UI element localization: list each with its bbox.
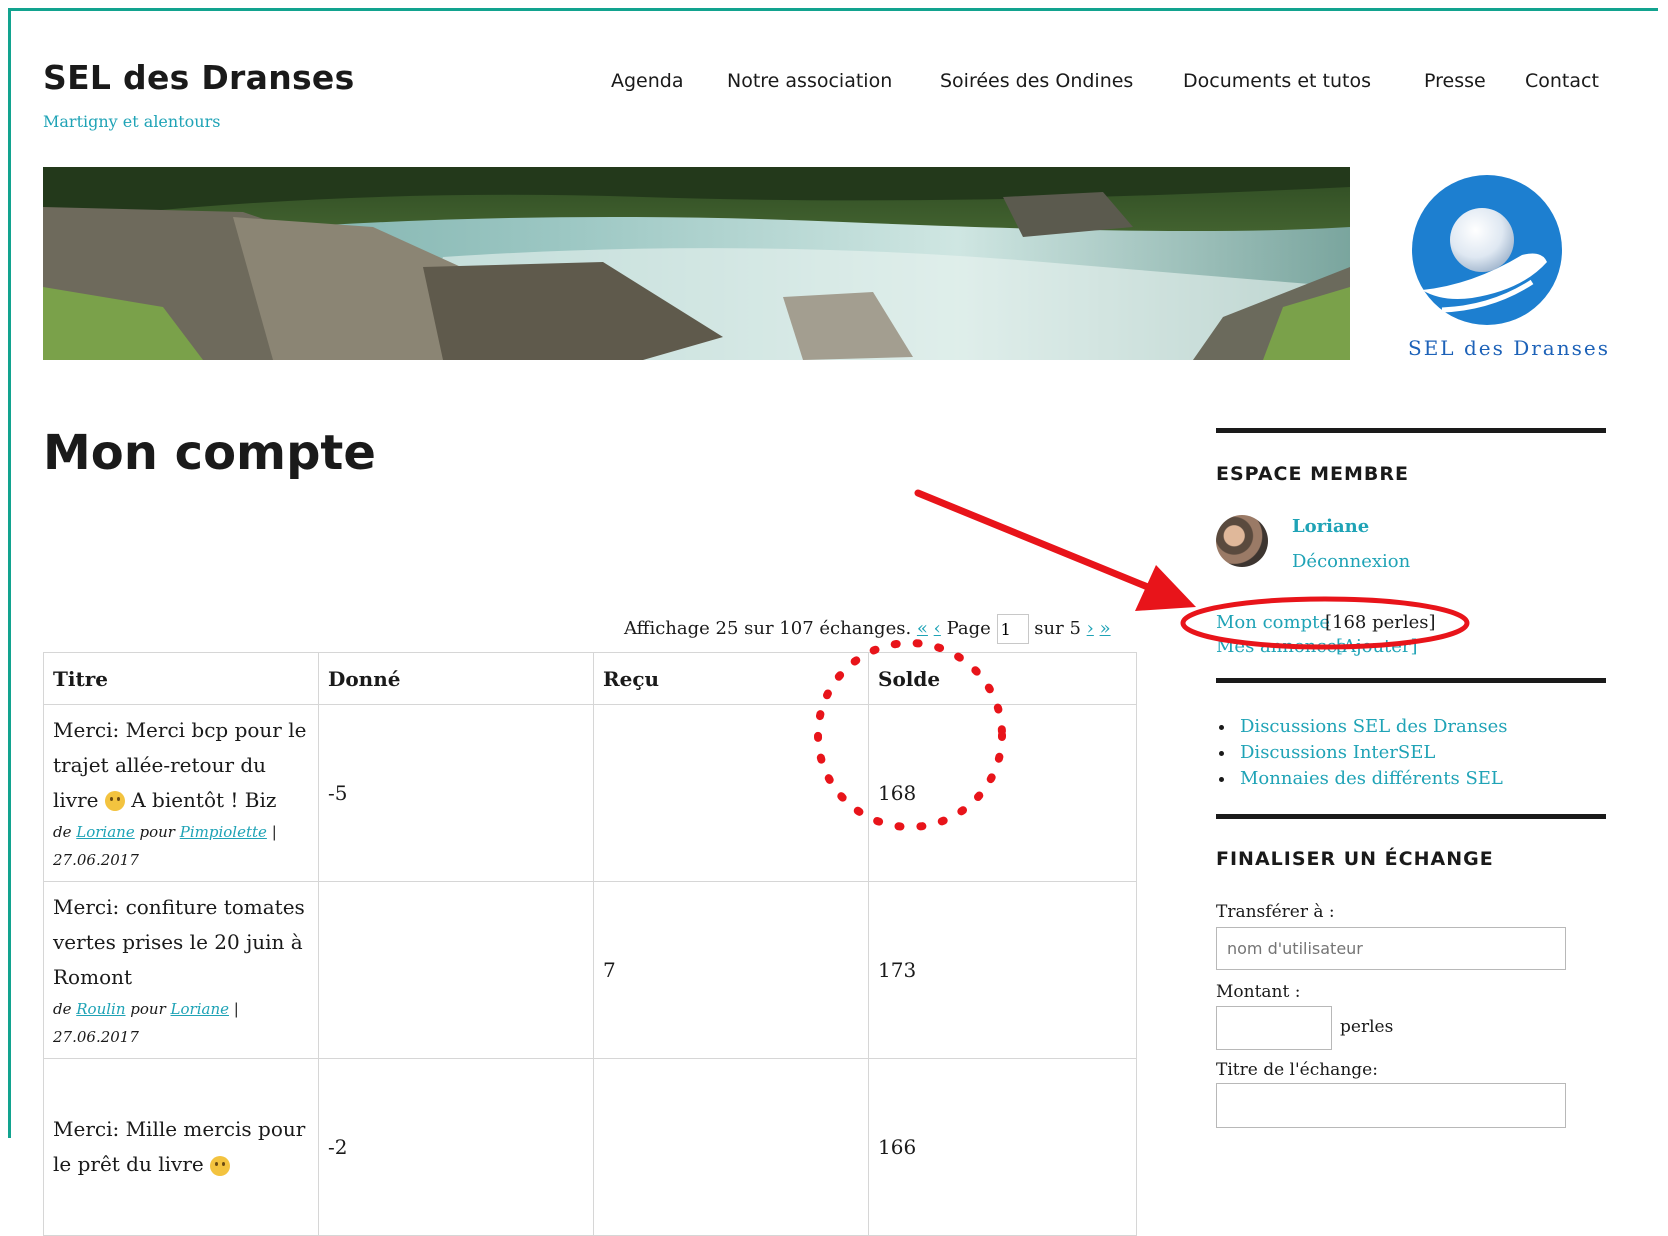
page-title: Mon compte xyxy=(43,425,376,481)
list-item[interactable]: Discussions SEL des Dranses xyxy=(1236,714,1508,740)
wink-emoji-icon xyxy=(104,791,125,811)
cell-balance: 173 xyxy=(868,881,1137,1059)
sidebar-divider xyxy=(1216,428,1606,433)
table-row: Merci: Merci bcp pour le trajet allée-re… xyxy=(43,704,1137,882)
logo-text: SEL des Dranses xyxy=(1408,336,1610,360)
pager-page-input[interactable] xyxy=(996,614,1029,644)
column-header-received: Reçu xyxy=(593,652,869,705)
table-pager: Affichage 25 sur 107 échanges. « ‹ Page … xyxy=(624,614,1111,644)
from-user-link[interactable]: Loriane xyxy=(76,823,134,841)
column-header-given: Donné xyxy=(318,652,594,705)
exchange-date: 27.06.2017 xyxy=(53,1027,139,1046)
amount-input[interactable] xyxy=(1216,1006,1332,1050)
exchange-title-label: Titre de l'échange: xyxy=(1216,1060,1378,1080)
nav-item-association[interactable]: Notre association xyxy=(727,70,892,92)
amount-label: Montant : xyxy=(1216,982,1301,1002)
column-header-balance: Solde xyxy=(868,652,1137,705)
logout-link[interactable]: Déconnexion xyxy=(1292,551,1410,572)
site-title[interactable]: SEL des Dranses xyxy=(43,58,355,97)
pager-first-link[interactable]: « xyxy=(917,618,928,639)
header-banner-image xyxy=(43,167,1350,360)
list-item[interactable]: Monnaies des différents SEL xyxy=(1236,766,1508,792)
cell-received: 7 xyxy=(593,881,869,1059)
my-account-link[interactable]: Mon compte xyxy=(1216,612,1330,633)
sidebar-divider xyxy=(1216,814,1606,819)
exchange-meta: de Roulin pour Loriane | 27.06.2017 xyxy=(53,999,239,1046)
transfer-username-input[interactable] xyxy=(1216,927,1566,970)
pager-summary: Affichage 25 sur 107 échanges. xyxy=(624,618,912,639)
amount-unit: perles xyxy=(1340,1017,1394,1037)
nav-item-contact[interactable]: Contact xyxy=(1525,70,1599,92)
to-user-link[interactable]: Loriane xyxy=(171,1000,229,1018)
my-ads-link[interactable]: Mes annonces xyxy=(1216,636,1346,657)
from-user-link[interactable]: Roulin xyxy=(76,1000,125,1018)
nav-item-soirees[interactable]: Soirées des Ondines xyxy=(940,70,1133,92)
user-name-link[interactable]: Loriane xyxy=(1292,516,1369,537)
site-description: Martigny et alentours xyxy=(43,112,221,131)
table-header-row: Titre Donné Reçu Solde xyxy=(43,652,1137,705)
cell-given: -5 xyxy=(318,704,594,882)
cell-balance: 168 xyxy=(868,704,1137,882)
pager-next-link[interactable]: › xyxy=(1087,618,1094,639)
smile-emoji-icon xyxy=(210,1155,231,1176)
add-ad-link[interactable]: [Ajouter] xyxy=(1336,636,1418,657)
exchange-date: 27.06.2017 xyxy=(53,850,139,869)
exchanges-table: Titre Donné Reçu Solde Merci: Merci bcp … xyxy=(43,652,1137,1236)
column-header-title: Titre xyxy=(43,652,319,705)
cell-balance: 166 xyxy=(868,1058,1137,1236)
cell-title: Merci: Mille mercis pour le prêt du livr… xyxy=(43,1058,319,1236)
sidebar-links-list: Discussions SEL des Dranses Discussions … xyxy=(1216,714,1508,792)
nav-item-presse[interactable]: Presse xyxy=(1424,70,1486,92)
to-user-link[interactable]: Pimpiolette xyxy=(180,823,267,841)
nav-item-documents[interactable]: Documents et tutos xyxy=(1183,70,1371,92)
exchange-title-input[interactable] xyxy=(1216,1083,1566,1128)
pager-last-link[interactable]: » xyxy=(1100,618,1111,639)
exchange-meta: de Loriane pour Pimpiolette | 27.06.2017 xyxy=(53,822,277,869)
list-item[interactable]: Discussions InterSEL xyxy=(1236,740,1508,766)
account-balance: [168 perles] xyxy=(1325,612,1436,633)
cell-title: Merci: Merci bcp pour le trajet allée-re… xyxy=(43,704,319,882)
sidebar-divider xyxy=(1216,678,1606,683)
cell-given xyxy=(318,881,594,1059)
exchange-widget-title: FINALISER UN ÉCHANGE xyxy=(1216,848,1494,870)
user-avatar xyxy=(1216,515,1268,567)
cell-received xyxy=(593,1058,869,1236)
cell-received xyxy=(593,704,869,882)
pager-prev-link[interactable]: ‹ xyxy=(934,618,941,639)
cell-given: -2 xyxy=(318,1058,594,1236)
pager-page-label: Page xyxy=(946,618,991,639)
table-row: Merci: confiture tomates vertes prises l… xyxy=(43,881,1137,1059)
transfer-label: Transférer à : xyxy=(1216,902,1335,922)
member-widget-title: ESPACE MEMBRE xyxy=(1216,463,1409,485)
table-row: Merci: Mille mercis pour le prêt du livr… xyxy=(43,1058,1137,1236)
pager-of-label: sur 5 xyxy=(1034,618,1081,639)
nav-item-agenda[interactable]: Agenda xyxy=(611,70,684,92)
cell-title: Merci: confiture tomates vertes prises l… xyxy=(43,881,319,1059)
